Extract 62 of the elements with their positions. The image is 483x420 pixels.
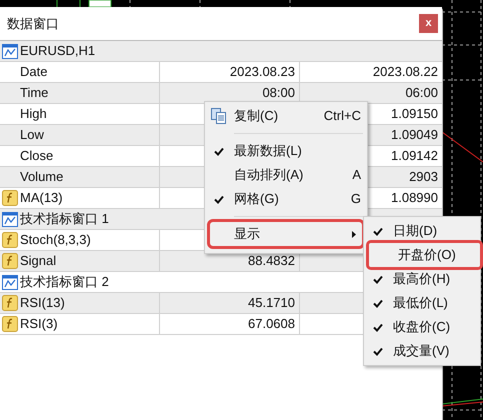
menu-item[interactable]: 日期(D) — [364, 219, 480, 243]
menu-item[interactable]: 收盘价(C) — [364, 315, 480, 339]
window-title: 数据窗口 — [7, 14, 59, 33]
menu-label: 复制(C) — [233, 107, 280, 126]
table-cell-text: 1.09142 — [391, 147, 438, 166]
menu-item[interactable]: 网格(G) G — [205, 187, 367, 211]
row-label: Stoch(8,3,3) — [20, 231, 91, 250]
menu-item[interactable]: 自动排列(A) A — [205, 163, 367, 187]
row-label: RSI(3) — [20, 315, 58, 334]
table-cell-text: 1.08990 — [391, 189, 438, 208]
menu-item[interactable]: 最新数据(L) — [205, 139, 367, 163]
menu-label: 最新数据(L) — [233, 142, 303, 160]
menu-item[interactable]: 最低价(L) — [364, 291, 480, 315]
table-cell-text: 2023.08.22 — [372, 63, 438, 82]
table-cell-text: 2023.08.23 — [230, 63, 295, 82]
shortcut-label: A — [352, 166, 361, 184]
menu-label: 自动排列(A) — [233, 166, 304, 184]
menu-item[interactable]: 复制(C) Ctrl+C — [205, 104, 367, 128]
row-label: Volume — [20, 168, 64, 186]
menu-label: 最低价(L) — [392, 294, 448, 312]
function-icon — [2, 232, 18, 248]
function-icon — [2, 253, 18, 269]
table-cell-text: 88.4832 — [248, 252, 295, 270]
table-cell-text: 1.09049 — [391, 126, 438, 144]
row-label: Close — [20, 147, 54, 166]
menu-item[interactable]: 显示 — [210, 222, 362, 246]
menu-label: 开盘价(O) — [397, 246, 456, 264]
table-cell-text: 06:00 — [405, 84, 438, 102]
table-cell-text: 2903 — [409, 168, 438, 186]
submenu-arrow-icon — [352, 230, 356, 238]
table-cell-text: 45.1710 — [248, 294, 295, 312]
group-label: EURUSD,H1 — [20, 42, 96, 60]
menu-item[interactable]: 成交量(V) — [364, 339, 480, 363]
close-button[interactable]: x — [419, 14, 438, 33]
row-label: High — [20, 105, 47, 124]
row-label: RSI(13) — [20, 294, 65, 312]
table-cell-text: 08:00 — [262, 84, 295, 102]
function-icon — [2, 316, 18, 332]
copy-icon — [211, 108, 226, 124]
function-icon — [2, 190, 18, 206]
function-icon — [2, 295, 18, 311]
row-label: MA(13) — [20, 189, 63, 208]
chart-window-icon — [2, 212, 18, 226]
row-label: Signal — [20, 252, 56, 270]
menu-label: 最高价(H) — [392, 270, 450, 288]
menu-item[interactable]: 开盘价(O) — [369, 243, 480, 267]
menu-label: 日期(D) — [392, 222, 438, 240]
group-label: 技术指标窗口 2 — [20, 273, 109, 292]
table-cell-text: 1.09150 — [391, 105, 438, 124]
group-label: 技术指标窗口 1 — [20, 210, 109, 228]
table-cell-text: 67.0608 — [248, 315, 295, 334]
row-label: Low — [20, 126, 44, 144]
menu-label: 收盘价(C) — [392, 318, 450, 336]
menu-item[interactable]: 最高价(H) — [364, 267, 480, 291]
menu-label: 显示 — [233, 225, 261, 244]
row-label: Date — [20, 63, 48, 82]
shortcut-label: Ctrl+C — [324, 107, 361, 126]
row-label: Time — [20, 84, 48, 102]
menu-label: 成交量(V) — [392, 342, 450, 360]
chart-window-icon — [2, 44, 18, 58]
menu-label: 网格(G) — [233, 190, 280, 208]
shortcut-label: G — [350, 190, 361, 208]
